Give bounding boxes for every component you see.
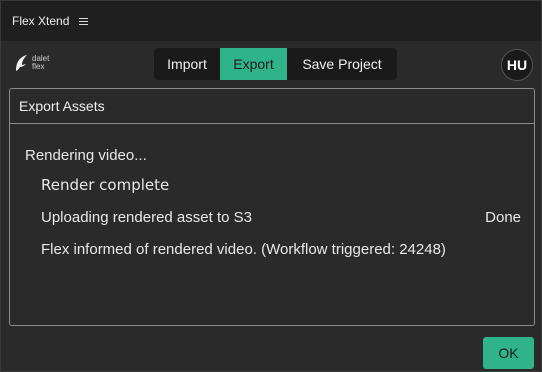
step-row: Flex informed of rendered video. (Workfl… xyxy=(41,241,521,258)
rendering-status: Rendering video... xyxy=(25,147,147,164)
dalet-flex-logo: dalet flex xyxy=(13,53,49,73)
ok-button[interactable]: OK xyxy=(483,337,534,369)
step-text: Flex informed of rendered video. (Workfl… xyxy=(41,241,446,258)
header-toolbar: dalet flex Import Export Save Project HU xyxy=(1,41,541,87)
user-avatar[interactable]: HU xyxy=(501,49,533,81)
step-text: Render complete xyxy=(41,176,170,194)
step-row: Uploading rendered asset to S3 Done xyxy=(41,209,521,226)
step-text: Uploading rendered asset to S3 xyxy=(41,209,252,226)
logo-wordmark: dalet flex xyxy=(32,55,49,71)
tab-import[interactable]: Import xyxy=(154,48,220,80)
main-tabs: Import Export Save Project xyxy=(154,48,397,80)
title-bar: Flex Xtend xyxy=(1,1,541,41)
logo-line-2: flex xyxy=(32,62,45,71)
app-window: Flex Xtend dalet flex Import Export Save… xyxy=(0,0,542,372)
step-row: Render complete xyxy=(41,176,521,194)
tab-save-project[interactable]: Save Project xyxy=(287,48,397,80)
tab-export[interactable]: Export xyxy=(220,48,287,80)
step-result: Done xyxy=(485,209,521,226)
export-assets-panel: Export Assets Rendering video... Render … xyxy=(9,88,535,326)
menu-icon[interactable] xyxy=(79,17,89,26)
panel-title: Export Assets xyxy=(10,89,534,124)
app-title: Flex Xtend xyxy=(12,14,70,28)
flex-logo-icon xyxy=(16,55,27,71)
